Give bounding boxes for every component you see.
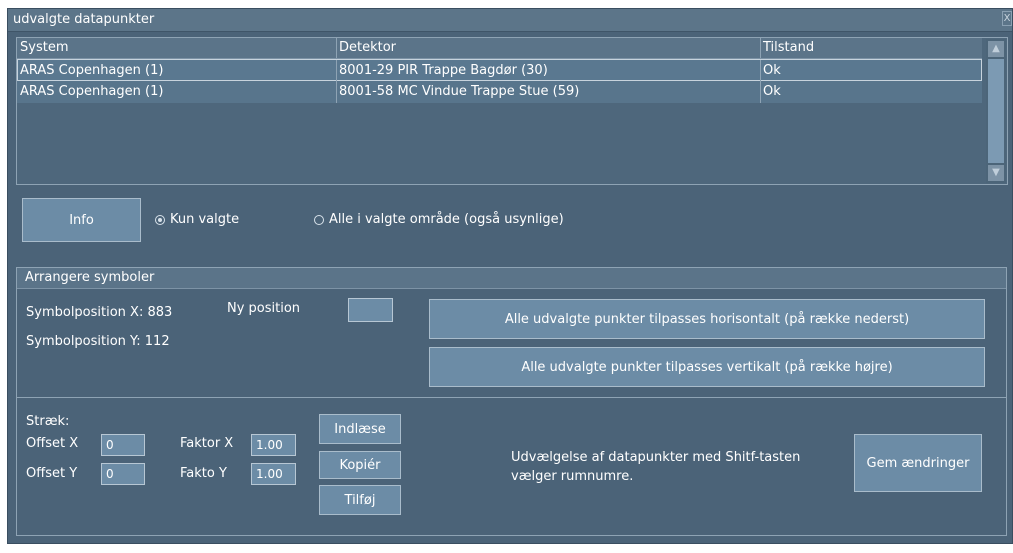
factor-x-label: Faktor X (180, 436, 234, 451)
align-horizontal-button[interactable]: Alle udvalgte punkter tilpasses horisont… (429, 299, 985, 339)
radio-all-in-area[interactable]: Alle i valgte område (også usynlige) (314, 212, 564, 227)
offset-x-input[interactable] (101, 434, 145, 456)
radio-all-in-area-label: Alle i valgte område (også usynlige) (329, 212, 564, 227)
symbol-position-y: Symbolposition Y: 112 (26, 334, 170, 349)
table-header: System Detektor Tilstand (17, 38, 982, 59)
hint-text-line2: vælger rumnumre. (511, 469, 634, 484)
factor-y-input[interactable] (251, 463, 296, 485)
factor-x-input[interactable] (251, 434, 296, 456)
cell-divider (760, 81, 761, 103)
arrange-symbols-group: Arrangere symboler Symbolposition X: 883… (16, 267, 1007, 536)
arrange-symbols-header: Arrangere symboler (17, 268, 1006, 289)
group-divider (17, 397, 1006, 398)
cell-detektor: 8001-58 MC Vindue Trappe Stue (59) (339, 84, 580, 99)
column-header-detektor[interactable]: Detektor (339, 40, 396, 55)
close-button[interactable]: X (1002, 11, 1012, 26)
datapoints-table: System Detektor Tilstand ARAS Copenhagen… (16, 37, 1008, 185)
cell-detektor: 8001-29 PIR Trappe Bagdør (30) (339, 63, 548, 78)
cell-tilstand: Ok (763, 84, 781, 99)
column-divider[interactable] (336, 38, 337, 58)
new-position-input[interactable] (348, 298, 393, 322)
hint-text-line1: Udvælgelse af datapunkter med Shitf-tast… (511, 450, 801, 465)
radio-selected-only-label: Kun valgte (170, 212, 240, 227)
scroll-up-icon[interactable]: ▲ (988, 41, 1004, 57)
table-row[interactable]: ARAS Copenhagen (1) 8001-58 MC Vindue Tr… (17, 81, 982, 103)
table-row[interactable]: ARAS Copenhagen (1) 8001-29 PIR Trappe B… (17, 59, 982, 82)
symbol-position-x: Symbolposition X: 883 (26, 305, 173, 320)
scrollbar-thumb[interactable] (988, 59, 1004, 163)
offset-y-input[interactable] (101, 463, 145, 485)
scroll-down-icon[interactable]: ▼ (988, 165, 1004, 181)
table-scrollbar[interactable]: ▲ ▼ (986, 39, 1006, 183)
title-bar: udvalgte datapunkter X (8, 9, 1012, 32)
info-button[interactable]: Info (22, 198, 141, 242)
add-button[interactable]: Tilføj (319, 485, 401, 515)
column-divider[interactable] (760, 38, 761, 58)
offset-y-label: Offset Y (26, 466, 78, 481)
cell-tilstand: Ok (763, 63, 781, 78)
new-position-label: Ny position (227, 301, 301, 316)
cell-divider (336, 60, 337, 82)
load-button[interactable]: Indlæse (319, 414, 401, 444)
radio-selected-only[interactable]: Kun valgte (155, 212, 239, 227)
arrange-symbols-title: Arrangere symboler (25, 270, 155, 285)
offset-x-label: Offset X (26, 436, 79, 451)
copy-button[interactable]: Kopiér (319, 451, 401, 479)
align-vertical-button[interactable]: Alle udvalgte punkter tilpasses vertikal… (429, 347, 985, 387)
window-title: udvalgte datapunkter (13, 12, 155, 27)
factor-y-label: Fakto Y (180, 466, 227, 481)
cell-system: ARAS Copenhagen (1) (20, 84, 164, 99)
selected-datapoints-window: udvalgte datapunkter X System Detektor T… (7, 8, 1013, 544)
radio-unchecked-icon (314, 214, 324, 225)
cell-system: ARAS Copenhagen (1) (20, 63, 164, 78)
column-header-system[interactable]: System (20, 40, 68, 55)
column-header-tilstand[interactable]: Tilstand (763, 40, 814, 55)
cell-divider (336, 81, 337, 103)
cell-divider (760, 60, 761, 82)
save-changes-button[interactable]: Gem ændringer (854, 434, 982, 492)
line-label: Stræk: (26, 414, 70, 429)
radio-checked-icon (155, 214, 165, 225)
